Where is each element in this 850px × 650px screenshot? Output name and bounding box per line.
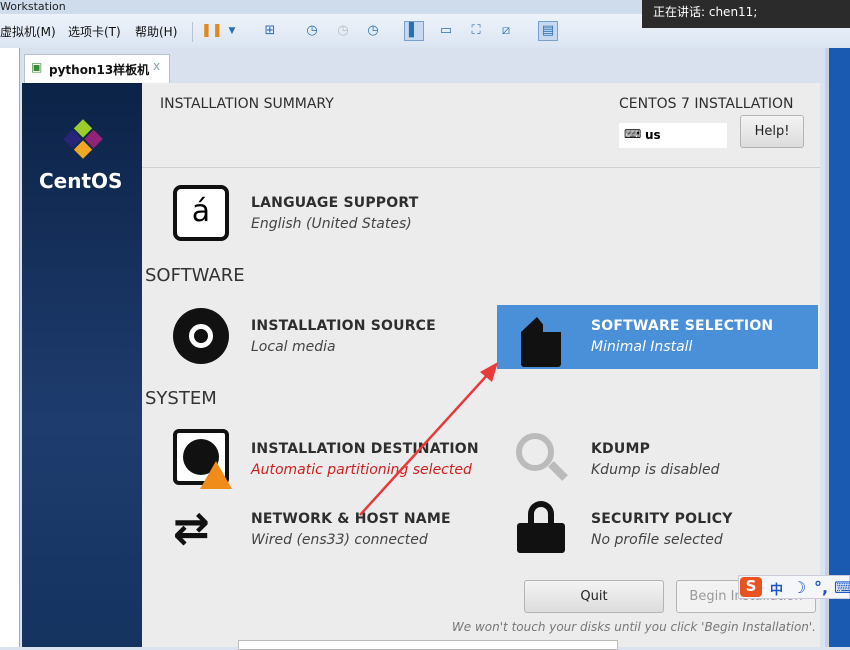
keyboard-icon: ⌨: [624, 127, 642, 141]
divider: [142, 167, 820, 168]
help-button[interactable]: Help!: [740, 115, 804, 148]
punctuation-icon[interactable]: °,: [814, 578, 828, 597]
soft-keyboard-icon[interactable]: ⌨: [834, 578, 850, 597]
sidebar-view-icon[interactable]: ▌: [404, 21, 424, 41]
spoke-software-status: Minimal Install: [591, 339, 693, 355]
spoke-kdump-status: Kdump is disabled: [591, 462, 720, 478]
revert-snapshot-icon[interactable]: ◷: [333, 21, 353, 41]
send-keys-icon[interactable]: ⊞: [260, 21, 280, 41]
menu-tabs[interactable]: 选项卡(T): [68, 23, 121, 40]
console-view-icon[interactable]: ▭: [436, 21, 456, 41]
tab-close-icon[interactable]: x: [153, 59, 160, 73]
keyboard-layout-indicator[interactable]: ⌨ us: [619, 123, 727, 148]
spoke-security-title[interactable]: SECURITY POLICY: [591, 511, 733, 527]
scroll-region: [238, 640, 618, 650]
spoke-language-title[interactable]: LANGUAGE SUPPORT: [251, 195, 418, 211]
page-title: INSTALLATION SUMMARY: [160, 96, 334, 112]
tab-label: python13样板机: [49, 63, 150, 77]
spoke-source-status: Local media: [251, 339, 336, 355]
section-software: SOFTWARE: [145, 265, 245, 286]
spoke-destination-title[interactable]: INSTALLATION DESTINATION: [251, 441, 479, 457]
halfwidth-icon[interactable]: ☽: [792, 578, 806, 597]
network-arrows-icon: ⇄: [173, 503, 210, 554]
dropdown-icon[interactable]: ▼: [222, 21, 242, 41]
warning-icon: [200, 461, 232, 489]
spoke-security-status: No profile selected: [591, 532, 723, 548]
footer-note: We won't touch your disks until you clic…: [451, 620, 816, 634]
unity-icon[interactable]: ⧄: [496, 21, 516, 41]
ime-language[interactable]: 中: [770, 579, 783, 598]
spoke-kdump-title[interactable]: KDUMP: [591, 441, 650, 457]
centos-sidebar: CentOS: [22, 83, 142, 647]
sogou-logo-icon: S: [740, 577, 762, 597]
package-icon: [521, 317, 561, 367]
tab-vm[interactable]: ▣ python13样板机 x: [24, 54, 170, 83]
product-title: CENTOS 7 INSTALLATION: [619, 96, 794, 112]
disc-icon: [173, 308, 229, 364]
ime-toolbar[interactable]: S 中 ☽ °, ⌨: [738, 575, 850, 599]
fullscreen-icon[interactable]: ⛶: [466, 21, 486, 41]
spoke-network-title[interactable]: NETWORK & HOST NAME: [251, 511, 451, 527]
spoke-source-title[interactable]: INSTALLATION SOURCE: [251, 318, 436, 334]
language-icon: á: [173, 185, 229, 241]
snapshot-icon[interactable]: ◷: [302, 21, 322, 41]
spoke-software-title: SOFTWARE SELECTION: [591, 318, 774, 334]
library-panel[interactable]: [0, 48, 20, 647]
menu-vm[interactable]: 虚拟机(M): [0, 23, 56, 40]
quit-button[interactable]: Quit: [524, 580, 664, 613]
menu-help[interactable]: 帮助(H): [135, 23, 177, 40]
centos-wordmark: CentOS: [39, 169, 123, 193]
desktop-edge: [825, 48, 850, 647]
keyboard-layout: us: [645, 128, 661, 142]
installation-summary: INSTALLATION SUMMARY CENTOS 7 INSTALLATI…: [142, 83, 820, 650]
centos-logo-icon: [63, 119, 103, 159]
section-system: SYSTEM: [145, 388, 217, 409]
spoke-destination-status: Automatic partitioning selected: [251, 462, 472, 478]
spoke-software-selection[interactable]: SOFTWARE SELECTION Minimal Install: [497, 305, 818, 369]
vm-icon: ▣: [31, 60, 43, 74]
spoke-network-status: Wired (ens33) connected: [251, 532, 428, 548]
snapshot-manager-icon[interactable]: ◷: [363, 21, 383, 41]
speaking-notice: 正在讲话: chen11;: [642, 0, 850, 28]
spoke-language-status: English (United States): [251, 216, 412, 232]
thumbnail-icon[interactable]: ▤: [538, 21, 558, 41]
pause-icon[interactable]: ❚❚: [200, 21, 223, 41]
